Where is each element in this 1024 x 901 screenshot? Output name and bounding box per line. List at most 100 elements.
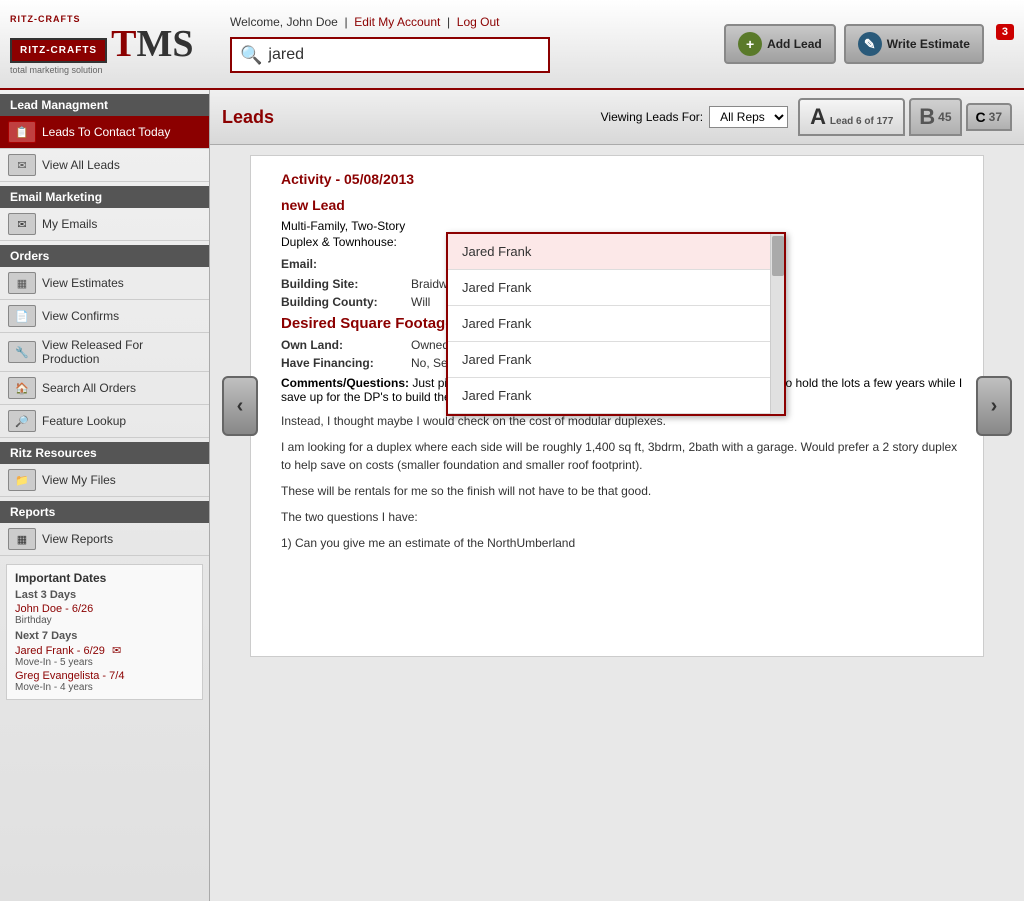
search-icon: 🔍 bbox=[240, 45, 262, 66]
lead-tabs: A Lead 6 of 177 B 45 C 37 bbox=[798, 98, 1012, 136]
add-lead-button[interactable]: + Add Lead bbox=[724, 24, 836, 64]
my-emails-icon: ✉ bbox=[8, 213, 36, 235]
email-label: Email: bbox=[281, 257, 401, 271]
search-box: 🔍 bbox=[230, 37, 550, 73]
brand-tagline: total marketing solution bbox=[10, 65, 193, 75]
view-confirms-label: View Confirms bbox=[42, 309, 119, 323]
jared-event: Move-In - 5 years bbox=[15, 657, 194, 668]
search-all-orders-label: Search All Orders bbox=[42, 381, 136, 395]
page-title: Leads bbox=[222, 107, 274, 128]
view-all-leads-icon: ✉ bbox=[8, 154, 36, 176]
tab-b[interactable]: B 45 bbox=[909, 98, 961, 136]
autocomplete-item-3[interactable]: Jared Frank bbox=[448, 342, 784, 378]
autocomplete-item-2[interactable]: Jared Frank bbox=[448, 306, 784, 342]
write-estimate-button[interactable]: ✎ Write Estimate bbox=[844, 24, 984, 64]
add-lead-label: Add Lead bbox=[767, 37, 822, 51]
feature-lookup-label: Feature Lookup bbox=[42, 414, 126, 428]
logo-box: RITZ-CRAFTS bbox=[10, 38, 107, 63]
autocomplete-dropdown: Jared Frank Jared Frank Jared Frank Jare… bbox=[446, 232, 786, 416]
write-estimate-icon: ✎ bbox=[858, 32, 882, 56]
tab-c-count: 37 bbox=[989, 110, 1002, 124]
autocomplete-scrollbar[interactable] bbox=[770, 234, 784, 414]
view-files-icon: 📁 bbox=[8, 469, 36, 491]
notification-badge[interactable]: 3 bbox=[996, 24, 1014, 40]
have-financing-label: Have Financing: bbox=[281, 356, 401, 370]
greg-event: Move-In - 4 years bbox=[15, 682, 194, 693]
comments-p5: The two questions I have: bbox=[281, 508, 963, 526]
sidebar-item-feature-lookup[interactable]: 🔎 Feature Lookup bbox=[0, 405, 209, 438]
brand-name: TMS bbox=[111, 25, 193, 63]
important-dates-title: Important Dates bbox=[15, 571, 194, 585]
feature-lookup-icon: 🔎 bbox=[8, 410, 36, 432]
tab-c-letter: C bbox=[976, 109, 986, 125]
my-emails-label: My Emails bbox=[42, 217, 97, 231]
tab-a[interactable]: A Lead 6 of 177 bbox=[798, 98, 905, 136]
tab-b-count: 45 bbox=[938, 110, 951, 124]
sidebar-section-email-marketing: Email Marketing bbox=[0, 186, 209, 208]
jared-link[interactable]: Jared Frank - 6/29 bbox=[15, 645, 105, 657]
sidebar-item-view-reports[interactable]: ▦ View Reports bbox=[0, 523, 209, 556]
sidebar-section-ritz-resources: Ritz Resources bbox=[0, 442, 209, 464]
brand-ritz-small: RITZ-CRAFTS bbox=[20, 45, 97, 56]
viewing-leads-select[interactable]: All Reps bbox=[709, 106, 788, 128]
viewing-leads: Viewing Leads For: All Reps bbox=[601, 106, 789, 128]
leads-to-contact-label: Leads To Contact Today bbox=[42, 125, 170, 139]
jared-date[interactable]: Jared Frank - 6/29 ✉ bbox=[15, 644, 194, 657]
content-area: Leads Viewing Leads For: All Reps A Lead… bbox=[210, 90, 1024, 901]
view-reports-label: View Reports bbox=[42, 532, 113, 546]
home-type1: Multi-Family, Two-Story bbox=[281, 219, 963, 233]
view-estimates-icon: ▦ bbox=[8, 272, 36, 294]
header: RITZ-CRAFTS RITZ-CRAFTS TMS total market… bbox=[0, 0, 1024, 90]
ritz-badge: RITZ-CRAFTS bbox=[10, 14, 193, 24]
greg-date[interactable]: Greg Evangelista - 7/4 bbox=[15, 670, 194, 682]
building-county-value: Will bbox=[411, 295, 430, 309]
view-released-icon: 🔧 bbox=[8, 341, 36, 363]
john-doe-link[interactable]: John Doe - 6/26 bbox=[15, 603, 93, 615]
sidebar-item-view-all-leads[interactable]: ✉ View All Leads bbox=[0, 149, 209, 182]
edit-account-link[interactable]: Edit My Account bbox=[354, 15, 440, 29]
greg-link[interactable]: Greg Evangelista - 7/4 bbox=[15, 670, 124, 682]
logout-link[interactable]: Log Out bbox=[457, 15, 500, 29]
view-released-label: View Released For Production bbox=[42, 338, 201, 366]
sidebar-item-leads-to-contact[interactable]: 📋 Leads To Contact Today bbox=[0, 116, 209, 149]
sidebar-item-my-emails[interactable]: ✉ My Emails bbox=[0, 208, 209, 241]
autocomplete-item-1[interactable]: Jared Frank bbox=[448, 270, 784, 306]
autocomplete-item-0[interactable]: Jared Frank bbox=[448, 234, 784, 270]
content-header: Leads Viewing Leads For: All Reps A Lead… bbox=[210, 90, 1024, 145]
leads-to-contact-icon: 📋 bbox=[8, 121, 36, 143]
autocomplete-item-4[interactable]: Jared Frank bbox=[448, 378, 784, 414]
john-doe-date[interactable]: John Doe - 6/26 bbox=[15, 603, 194, 615]
welcome-text: Welcome, John Doe bbox=[230, 15, 338, 29]
view-estimates-label: View Estimates bbox=[42, 276, 124, 290]
add-lead-icon: + bbox=[738, 32, 762, 56]
nav-arrow-right[interactable]: › bbox=[976, 376, 1012, 436]
sidebar-item-view-estimates[interactable]: ▦ View Estimates bbox=[0, 267, 209, 300]
tab-a-letter: A bbox=[810, 104, 826, 129]
tab-b-letter: B bbox=[919, 104, 935, 130]
own-land-label: Own Land: bbox=[281, 338, 401, 352]
sidebar: Lead Managment 📋 Leads To Contact Today … bbox=[0, 90, 210, 901]
sidebar-item-search-all-orders[interactable]: 🏠 Search All Orders bbox=[0, 372, 209, 405]
header-actions: + Add Lead ✎ Write Estimate 3 bbox=[724, 24, 1014, 64]
view-my-files-label: View My Files bbox=[42, 473, 116, 487]
search-orders-icon: 🏠 bbox=[8, 377, 36, 399]
building-county-label: Building County: bbox=[281, 295, 401, 309]
tab-c[interactable]: C 37 bbox=[966, 103, 1012, 131]
comments-label: Comments/Questions: bbox=[281, 376, 409, 390]
logo-area: RITZ-CRAFTS RITZ-CRAFTS TMS total market… bbox=[10, 14, 210, 75]
sidebar-item-view-confirms[interactable]: 📄 View Confirms bbox=[0, 300, 209, 333]
important-dates: Important Dates Last 3 Days John Doe - 6… bbox=[6, 564, 203, 700]
write-estimate-label: Write Estimate bbox=[887, 37, 970, 51]
sidebar-section-lead-management: Lead Managment bbox=[0, 94, 209, 116]
nav-arrow-left[interactable]: ‹ bbox=[222, 376, 258, 436]
search-input[interactable] bbox=[268, 46, 528, 64]
sidebar-item-view-released[interactable]: 🔧 View Released For Production bbox=[0, 333, 209, 372]
desired-sf-label: Desired Square Footage: bbox=[281, 315, 459, 332]
sidebar-section-orders: Orders bbox=[0, 245, 209, 267]
scrollbar-thumb bbox=[772, 236, 784, 276]
sidebar-item-view-my-files[interactable]: 📁 View My Files bbox=[0, 464, 209, 497]
next-7-days-label: Next 7 Days bbox=[15, 630, 194, 642]
view-all-leads-label: View All Leads bbox=[42, 158, 120, 172]
tab-a-count: Lead 6 of 177 bbox=[830, 116, 893, 127]
comments-p6: 1) Can you give me an estimate of the No… bbox=[281, 534, 963, 552]
